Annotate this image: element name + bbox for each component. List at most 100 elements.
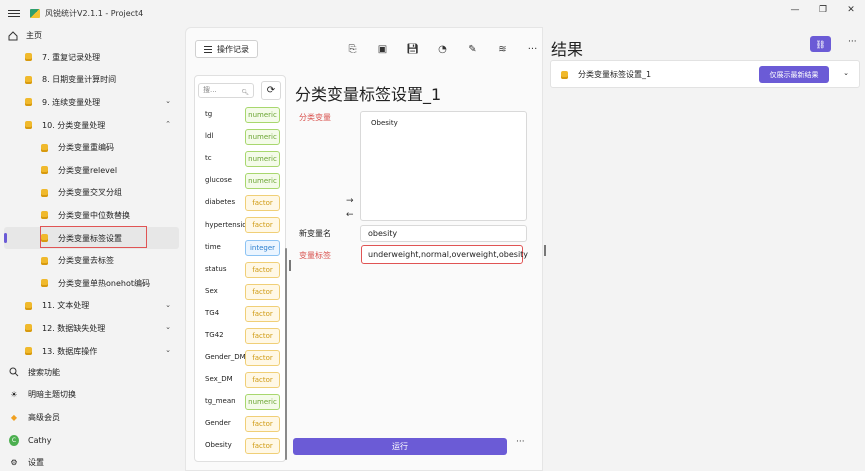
variable-row[interactable]: glucose numeric bbox=[195, 169, 283, 191]
variable-type-badge: factor bbox=[245, 283, 280, 300]
export-icon[interactable]: ⎘ bbox=[344, 41, 361, 58]
variable-row[interactable]: Sex factor bbox=[195, 280, 283, 302]
gear-icon: ⚙ bbox=[10, 458, 18, 468]
variable-row[interactable]: diabetes factor bbox=[195, 191, 283, 213]
operation-log-button[interactable]: 操作记录 bbox=[195, 40, 258, 58]
refresh-button[interactable]: ⟳ bbox=[261, 81, 281, 100]
variable-row[interactable]: tc numeric bbox=[195, 147, 283, 169]
sidebar-item[interactable]: 7. 重复记录处理 bbox=[0, 46, 183, 69]
sidebar-theme-label: 明暗主题切换 bbox=[28, 390, 76, 400]
variable-row[interactable]: time integer bbox=[195, 236, 283, 258]
sidebar-search-label: 搜索功能 bbox=[28, 367, 60, 377]
wrench-icon[interactable]: ✎ bbox=[464, 41, 481, 58]
database-icon[interactable]: ≋ bbox=[494, 41, 511, 58]
close-button[interactable]: ✕ bbox=[837, 0, 865, 20]
variable-row[interactable]: ldl numeric bbox=[195, 125, 283, 147]
variable-labels-label: 变量标签 bbox=[299, 251, 331, 260]
variable-row[interactable]: hypertension factor bbox=[195, 213, 283, 235]
splitter-handle[interactable] bbox=[289, 260, 291, 271]
sidebar-item-label: 分类变量重编码 bbox=[58, 143, 114, 153]
variable-type-badge: factor bbox=[245, 305, 280, 322]
variable-row[interactable]: TG4 factor bbox=[195, 302, 283, 324]
variable-row[interactable]: TG42 factor bbox=[195, 324, 283, 346]
arrow-left-icon[interactable]: ← bbox=[346, 208, 354, 222]
result-item[interactable]: 分类变量标签设置_1 仅展示最新结果 ⌄ bbox=[550, 60, 860, 88]
sidebar-item[interactable]: 8. 日期变量计算时间 bbox=[0, 69, 183, 92]
variable-row[interactable]: Obesity factor bbox=[195, 434, 283, 456]
variable-type-badge: factor bbox=[245, 261, 280, 278]
maximize-button[interactable]: ❐ bbox=[809, 0, 837, 20]
more-icon[interactable]: ··· bbox=[516, 437, 525, 447]
sidebar-subitem[interactable]: 分类变量relevel bbox=[0, 159, 183, 182]
app-logo-icon bbox=[30, 8, 40, 18]
sidebar-item-label: 分类变量中位数替换 bbox=[58, 210, 130, 220]
hamburger-menu-icon[interactable] bbox=[8, 9, 20, 17]
new-variable-input[interactable]: obesity bbox=[360, 225, 527, 242]
variable-row[interactable]: tg_mean numeric bbox=[195, 390, 283, 412]
sidebar-theme-toggle[interactable]: ☀ 明暗主题切换 bbox=[0, 384, 183, 407]
sidebar-subitem[interactable]: 分类变量单热onehot编码 bbox=[0, 272, 183, 295]
sidebar-subitem[interactable]: 分类变量中位数替换 bbox=[0, 204, 183, 227]
more-icon[interactable]: ··· bbox=[524, 41, 541, 58]
link-button[interactable]: ⛓ bbox=[810, 36, 831, 52]
excel-icon[interactable]: ▣ bbox=[374, 41, 391, 58]
sidebar-subitem-active[interactable]: 分类变量标签设置 bbox=[4, 225, 179, 250]
sidebar-item-label: 12. 数据缺失处理 bbox=[42, 323, 106, 333]
sidebar-item[interactable]: 13. 数据库操作 ⌄ bbox=[0, 340, 183, 363]
variable-labels-input[interactable]: underweight,normal,overweight,obesity bbox=[361, 245, 528, 264]
run-button[interactable]: 运行 bbox=[293, 438, 507, 455]
splitter-handle[interactable] bbox=[544, 245, 546, 256]
sidebar-vip[interactable]: ◆ 高级会员 bbox=[0, 406, 183, 429]
user-name: Cathy bbox=[28, 435, 52, 445]
transfer-arrows: → ← bbox=[346, 194, 354, 222]
sidebar-item-label: 分类变量relevel bbox=[58, 165, 118, 175]
save-icon[interactable]: 💾︎ bbox=[404, 41, 421, 58]
sidebar-user[interactable]: C Cathy bbox=[0, 429, 183, 452]
sidebar-item[interactable]: 10. 分类变量处理 ⌃ bbox=[0, 114, 183, 137]
sidebar-subitem[interactable]: 分类变量交叉分组 bbox=[0, 182, 183, 205]
sidebar-settings-label: 设置 bbox=[28, 458, 44, 468]
chevron-down-icon[interactable]: ⌄ bbox=[165, 301, 171, 309]
categorical-variable-box[interactable]: Obesity bbox=[360, 111, 527, 221]
database-icon bbox=[25, 53, 32, 62]
variable-row[interactable]: tg numeric bbox=[195, 103, 283, 125]
sidebar-home[interactable]: 主页 bbox=[8, 30, 42, 41]
chevron-down-icon[interactable]: ⌄ bbox=[165, 97, 171, 105]
sidebar-item[interactable]: 11. 文本处理 ⌄ bbox=[0, 295, 183, 318]
sidebar-subitem[interactable]: 分类变量去标签 bbox=[0, 249, 183, 272]
variable-type-badge: factor bbox=[245, 327, 280, 344]
sidebar-item[interactable]: 12. 数据缺失处理 ⌄ bbox=[0, 317, 183, 340]
chevron-up-icon[interactable]: ⌃ bbox=[165, 120, 171, 128]
sidebar-item-label: 分类变量去标签 bbox=[58, 256, 114, 266]
page-title: 分类变量标签设置_1 bbox=[295, 85, 442, 104]
variable-row[interactable]: Gender_DM factor bbox=[195, 346, 283, 368]
sidebar-search[interactable]: 搜索功能 bbox=[0, 361, 183, 384]
sidebar-item[interactable]: 9. 连续变量处理 ⌄ bbox=[0, 91, 183, 114]
variable-type-badge: numeric bbox=[245, 151, 280, 168]
chevron-down-icon[interactable]: ⌄ bbox=[165, 323, 171, 331]
variable-name: Sex_DM bbox=[205, 375, 233, 384]
variable-type-badge: factor bbox=[245, 438, 280, 455]
chevron-down-icon[interactable]: ⌄ bbox=[165, 346, 171, 354]
selected-variable[interactable]: Obesity bbox=[371, 119, 398, 127]
scrollbar[interactable] bbox=[285, 248, 287, 460]
database-icon bbox=[25, 121, 32, 130]
more-icon[interactable]: ··· bbox=[848, 37, 857, 47]
variable-name: diabetes bbox=[205, 198, 236, 207]
show-latest-button[interactable]: 仅展示最新结果 bbox=[759, 66, 829, 83]
sidebar-settings[interactable]: ⚙ 设置 bbox=[0, 451, 183, 471]
minimize-button[interactable]: — bbox=[781, 0, 809, 20]
variable-row[interactable]: status factor bbox=[195, 258, 283, 280]
sidebar-subitem[interactable]: 分类变量重编码 bbox=[0, 136, 183, 159]
variable-row[interactable]: Sex_DM factor bbox=[195, 368, 283, 390]
database-icon bbox=[41, 166, 48, 175]
variable-row[interactable]: Gender factor bbox=[195, 412, 283, 434]
clipboard-icon[interactable]: ◔ bbox=[434, 41, 451, 58]
variable-type-badge: factor bbox=[245, 217, 280, 234]
arrow-right-icon[interactable]: → bbox=[346, 194, 354, 208]
sun-icon: ☀ bbox=[10, 390, 18, 400]
chevron-down-icon[interactable]: ⌄ bbox=[843, 69, 849, 77]
variable-search-input[interactable]: 搜... 🔍︎ bbox=[198, 83, 254, 98]
home-icon bbox=[8, 30, 18, 40]
sidebar-item-label: 分类变量单热onehot编码 bbox=[58, 278, 150, 288]
